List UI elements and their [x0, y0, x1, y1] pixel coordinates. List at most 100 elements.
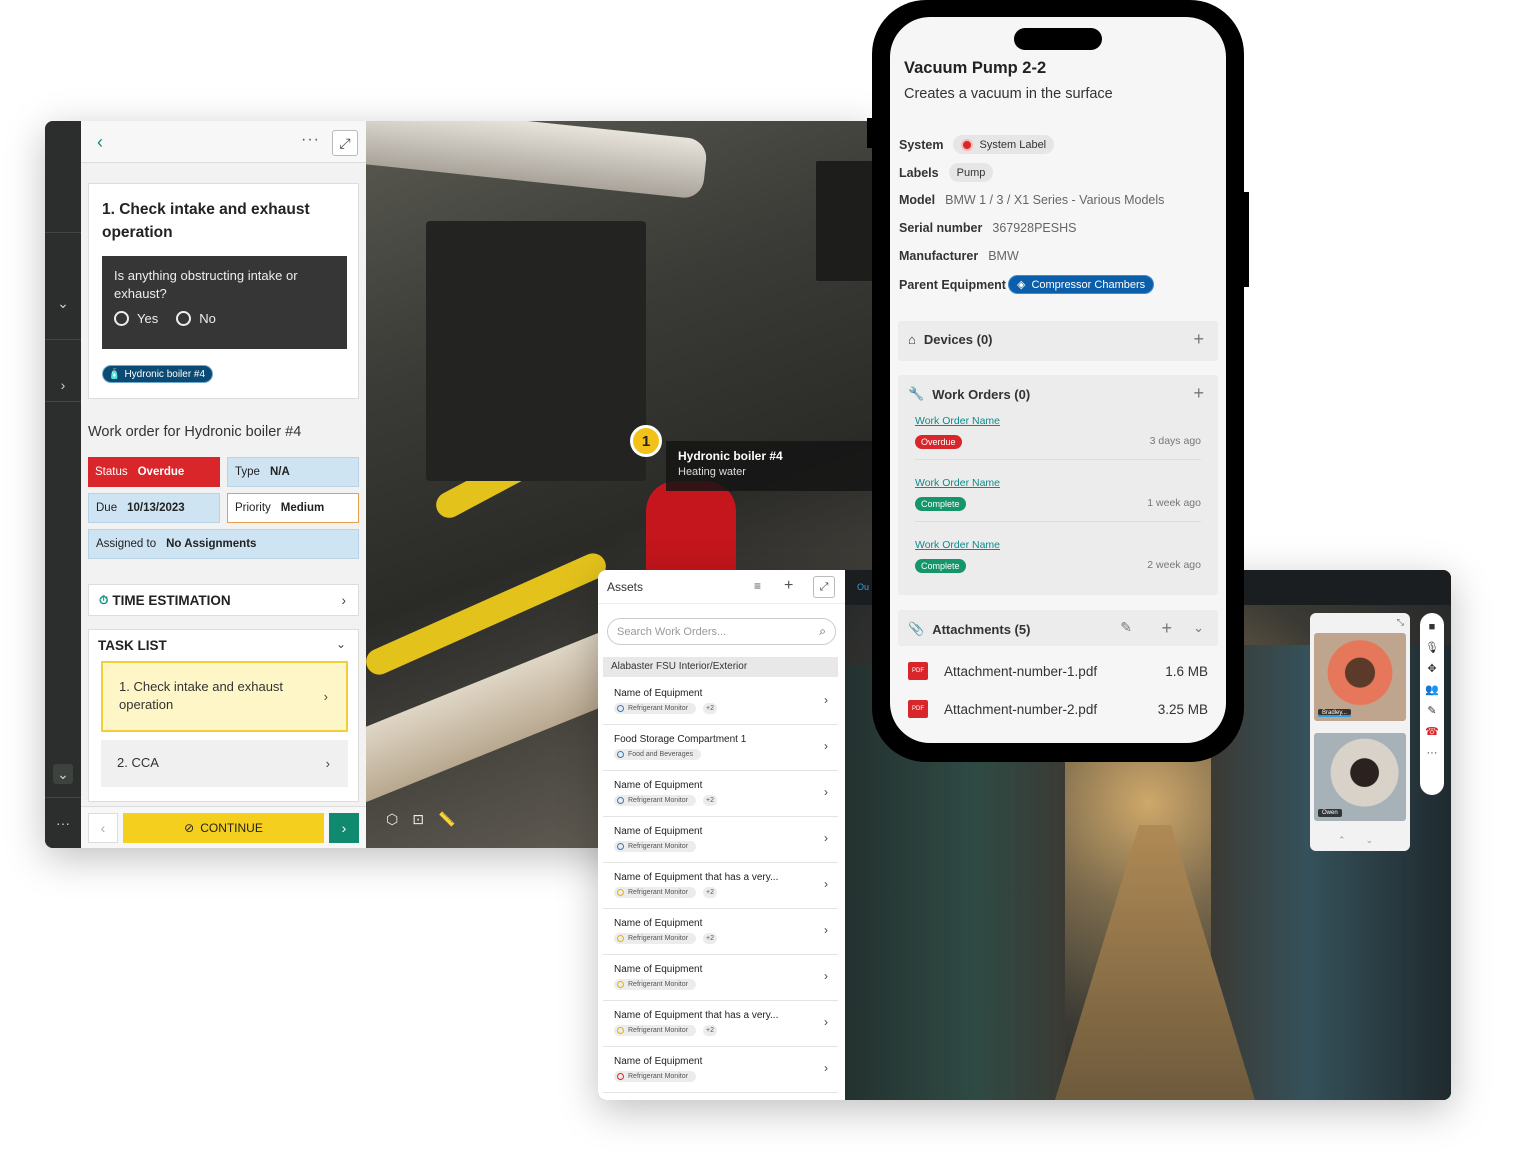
asset-tag: Refrigerant Monitor [614, 979, 696, 990]
asset-row[interactable]: Name of Equipment that has a very... Refr… [603, 1001, 838, 1047]
step-title: 1. Check intake and exhaust operation [102, 201, 310, 241]
asset-row[interactable]: Name of Equipment Refrigerant Monitor › [603, 817, 838, 863]
participant-name: Owen [1318, 809, 1342, 817]
asset-chip-label: Hydronic boiler #4 [124, 368, 206, 380]
scene-vent [816, 161, 875, 281]
participant-video[interactable]: Owen [1314, 733, 1406, 821]
more-tags-badge: +2 [703, 887, 717, 898]
radio-icon[interactable] [114, 311, 129, 326]
asset-row[interactable]: Food Storage Compartment 1 Food and Bever… [603, 725, 838, 771]
time-estimation-row[interactable]: ⏱ TIME ESTIMATION › [88, 584, 359, 616]
asset-row[interactable]: Name of Equipment Refrigerant Monitor › [603, 955, 838, 1001]
expand-icon[interactable]: ⤢ [332, 130, 358, 156]
hotspot-marker[interactable]: 1 [630, 425, 662, 457]
manufacturer-value: BMW [988, 249, 1019, 263]
status-badge: Overdue [915, 435, 962, 449]
work-order-link[interactable]: Work Order Name [915, 477, 1201, 489]
ruler-icon[interactable]: 📏 [438, 811, 455, 828]
hang-up-icon[interactable]: ☎ [1425, 726, 1439, 738]
asset-row[interactable]: Name of Equipment Refrigerant Monitor +2 › [603, 909, 838, 955]
filter-icon[interactable]: ≡ [754, 579, 761, 593]
asset-tag: Refrigerant Monitor [614, 1071, 696, 1082]
labels-row: Labels Pump [899, 163, 994, 182]
panel-footer: ‹ ⊘ CONTINUE › [81, 806, 366, 848]
option-no[interactable]: No [176, 311, 216, 326]
radio-icon[interactable] [176, 311, 192, 326]
add-icon[interactable]: + [1193, 329, 1204, 350]
edit-icon[interactable]: ✎ [1120, 619, 1132, 636]
option-yes[interactable]: Yes [114, 311, 158, 326]
next-button[interactable]: › [329, 813, 359, 843]
pen-icon[interactable]: ✎ [1427, 705, 1436, 717]
devices-section[interactable]: ⌂ Devices (0) + [898, 321, 1218, 361]
attachment-row[interactable]: PDF Attachment-number-1.pdf 1.6 MB [908, 658, 1208, 684]
asset-row[interactable]: Name of Equipment that has a very... Refr… [603, 863, 838, 909]
router-icon: ⌂ [908, 332, 916, 347]
continue-button[interactable]: ⊘ CONTINUE [123, 813, 324, 843]
previous-button[interactable]: ‹ [88, 813, 118, 843]
asset-row[interactable]: Name of Equipment Refrigerant Monitor › [603, 1047, 838, 1093]
back-icon[interactable]: ‹ [97, 132, 103, 153]
chevron-right-icon: › [824, 969, 828, 983]
camera-icon[interactable]: ■ [1429, 621, 1436, 633]
search-input[interactable]: Search Work Orders... ⌕ [607, 618, 836, 645]
add-icon[interactable]: + [784, 577, 793, 595]
attachment-row[interactable]: PDF Attachment-number-2.pdf 3.25 MB [908, 696, 1208, 722]
alert-icon [961, 138, 974, 151]
asset-name: Name of Equipment that has a very... [614, 1010, 779, 1021]
asset-name: Name of Equipment [614, 918, 703, 929]
participants-icon[interactable]: 👥 [1425, 684, 1439, 696]
chevron-right-icon: › [325, 755, 330, 771]
scroll-arrows-icon[interactable]: ⌃⌄ [1338, 835, 1393, 846]
work-order-link[interactable]: Work Order Name [915, 415, 1201, 427]
phone-device: Vacuum Pump 2-2 Creates a vacuum in the … [867, 0, 1249, 762]
task-item-2[interactable]: 2. CCA › [101, 740, 348, 787]
move-icon[interactable]: ✥ [1427, 663, 1436, 675]
rail-divider [45, 797, 81, 798]
work-order-row: Work Order Name Complete 2 week ago [915, 539, 1201, 573]
model-row: Model BMW 1 / 3 / X1 Series - Various Mo… [899, 193, 1164, 207]
participant-video[interactable]: Bradley... [1314, 633, 1406, 721]
panel-toolbar: ‹ ··· ⤢ [81, 121, 366, 163]
expand-icon[interactable]: ⤢ [813, 576, 835, 598]
add-icon[interactable]: + [1193, 383, 1204, 404]
mute-icon[interactable]: 🎙 [1425, 642, 1439, 654]
chevron-down-icon[interactable]: ⌄ [336, 637, 346, 651]
parent-pill[interactable]: ◈ Compressor Chambers [1007, 275, 1155, 294]
work-order-link[interactable]: Work Order Name [915, 539, 1201, 551]
minimize-icon[interactable]: ⤡ [1397, 617, 1404, 628]
phone-screen: Vacuum Pump 2-2 Creates a vacuum in the … [890, 17, 1226, 743]
chevron-right-icon[interactable]: › [53, 375, 73, 395]
work-order-row: Work Order Name Complete 1 week ago [915, 477, 1201, 522]
more-icon[interactable]: ··· [1427, 747, 1438, 759]
asset-name: Name of Equipment [614, 780, 703, 791]
check-circle-icon: ⊘ [184, 821, 195, 835]
system-pill[interactable]: System Label [953, 135, 1055, 154]
attachment-size: 1.6 MB [1165, 663, 1208, 679]
type-field: Type N/A [227, 457, 359, 487]
label-pill[interactable]: Pump [948, 163, 994, 182]
field-label: Priority [235, 502, 271, 514]
asset-row[interactable]: Name of Equipment Refrigerant Monitor +2 › [603, 679, 838, 725]
chevron-down-icon[interactable]: ⌄ [1193, 620, 1204, 636]
more-icon[interactable]: ··· [53, 813, 73, 833]
asset-tag: Refrigerant Monitor [614, 933, 696, 944]
parent-value: Compressor Chambers [1031, 278, 1146, 291]
tab-fragment[interactable]: Ou [857, 582, 869, 592]
asset-chip[interactable]: 🧴 Hydronic boiler #4 [102, 365, 214, 383]
pdf-icon: PDF [908, 662, 928, 680]
chevron-down-icon[interactable]: ⌄ [53, 293, 73, 313]
more-options-icon[interactable]: ··· [301, 131, 320, 149]
serial-value: 367928PESHS [992, 221, 1077, 235]
floorplan-icon[interactable]: ⊡ [412, 811, 424, 828]
asset-row[interactable]: Name of Equipment Refrigerant Monitor +2 › [603, 771, 838, 817]
add-icon[interactable]: + [1161, 618, 1172, 639]
attachment-size: 3.25 MB [1157, 701, 1208, 717]
asset-tag: Refrigerant Monitor [614, 887, 696, 898]
task-item-1[interactable]: 1. Check intake and exhaust operation › [101, 661, 348, 732]
more-tags-badge: +2 [703, 1025, 717, 1036]
cube-icon[interactable]: ⬡ [386, 811, 398, 828]
assets-header: Assets ≡ + ⤢ [598, 570, 845, 604]
collapse-icon[interactable]: ⌄ [53, 764, 73, 784]
stopwatch-icon: ⏱ [99, 592, 109, 607]
